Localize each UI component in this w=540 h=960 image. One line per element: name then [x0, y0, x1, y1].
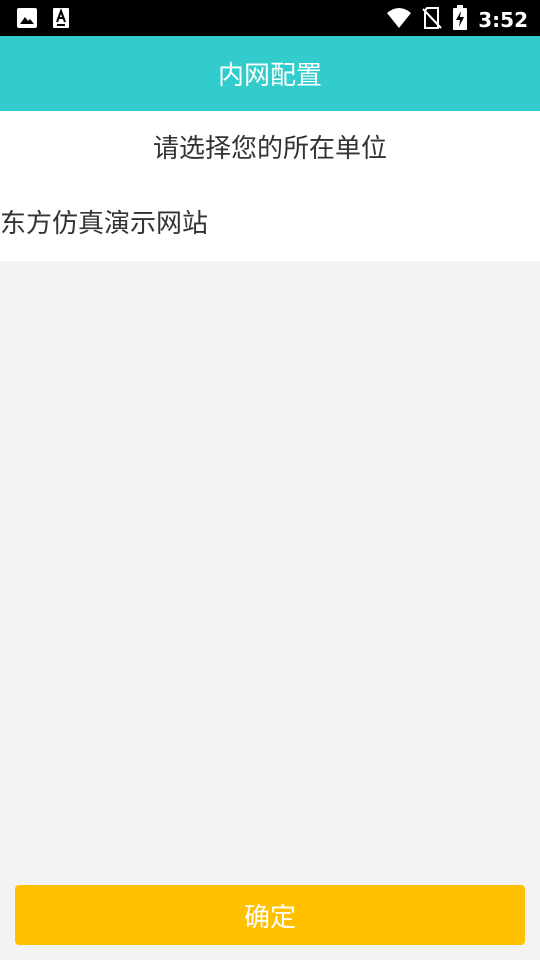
status-right-icons: 3:52 — [386, 5, 528, 35]
wifi-icon — [386, 7, 412, 33]
battery-charging-icon — [452, 5, 468, 35]
unit-selection-panel: 请选择您的所在单位 东方仿真演示网站 — [0, 111, 540, 261]
image-icon — [16, 7, 38, 33]
unit-list-item[interactable]: 东方仿真演示网站 — [0, 204, 540, 244]
status-time: 3:52 — [478, 8, 528, 32]
status-bar: 3:52 — [0, 0, 540, 36]
status-left-icons — [16, 7, 70, 33]
no-sim-icon — [422, 6, 442, 34]
selection-prompt: 请选择您的所在单位 — [152, 134, 387, 164]
app-bar: 内网配置 — [0, 36, 540, 111]
confirm-button[interactable]: 确定 — [15, 885, 525, 945]
font-icon — [52, 7, 70, 33]
page-title: 内网配置 — [217, 61, 322, 91]
